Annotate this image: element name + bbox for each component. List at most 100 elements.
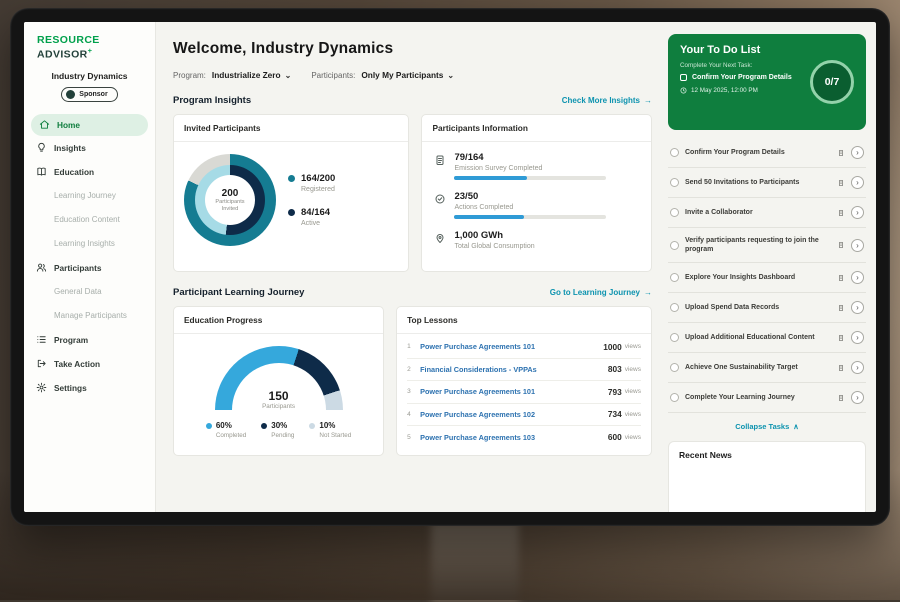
chevron-right-icon[interactable]: ›	[851, 271, 864, 284]
task-row[interactable]: Confirm Your Program Details ›	[668, 138, 866, 168]
collapse-tasks-link[interactable]: Collapse Tasks ∧	[668, 422, 866, 431]
sidebar-item-take-action[interactable]: Take Action	[24, 352, 155, 376]
task-doc-icon	[837, 179, 845, 187]
program-filter-value: Industrialize Zero	[212, 70, 281, 80]
task-checkbox[interactable]	[670, 178, 679, 187]
learning-cards-row: Education Progress 150 Participants	[173, 306, 652, 456]
progress-bar	[454, 176, 606, 180]
chevron-right-icon[interactable]: ›	[851, 301, 864, 314]
action-arrow-icon	[36, 358, 47, 369]
stat-label: Actions Completed	[454, 204, 606, 211]
sidebar-item-learning-journey[interactable]: Learning Journey	[24, 184, 155, 208]
sidebar-nav: Home Insights Education Learning Journey…	[24, 114, 155, 400]
sidebar-item-education[interactable]: Education	[24, 160, 155, 184]
donut-center-label: Participants Invited	[212, 199, 248, 213]
sponsor-badge[interactable]: Sponsor	[61, 87, 117, 102]
legend-dot	[206, 423, 212, 429]
donut-center-value: 200	[222, 188, 239, 199]
sidebar-item-learning-insights[interactable]: Learning Insights	[24, 232, 155, 256]
legend-value: 30%	[271, 421, 294, 430]
sidebar-item-label: Program	[54, 335, 88, 345]
chevron-right-icon[interactable]: ›	[851, 206, 864, 219]
sidebar-item-label: Learning Insights	[54, 239, 115, 248]
task-row[interactable]: Invite a Collaborator ›	[668, 198, 866, 228]
sponsor-badge-label: Sponsor	[79, 91, 107, 98]
sidebar-item-label: Learning Journey	[54, 191, 116, 200]
gauge-legend: 60% Completed 30% Pending	[206, 421, 351, 439]
go-to-learning-journey-link[interactable]: Go to Learning Journey →	[550, 288, 652, 297]
legend-label: Registered	[301, 186, 335, 193]
task-row[interactable]: Verify participants requesting to join t…	[668, 228, 866, 263]
legend-dot	[288, 209, 295, 216]
task-checkbox[interactable]	[670, 333, 679, 342]
task-checkbox[interactable]	[670, 363, 679, 372]
chevron-right-icon[interactable]: ›	[851, 146, 864, 159]
recent-news-title: Recent News	[679, 450, 855, 460]
legend-item-not-started: 10% Not Started	[309, 421, 351, 439]
legend-value: 60%	[216, 421, 246, 430]
task-label: Verify participants requesting to join t…	[685, 236, 831, 254]
chevron-right-icon[interactable]: ›	[851, 331, 864, 344]
lesson-link[interactable]: Power Purchase Agreements 101	[420, 387, 608, 396]
task-checkbox[interactable]	[670, 273, 679, 282]
legend-label: Completed	[216, 432, 246, 439]
location-pin-icon	[434, 232, 446, 244]
legend-label: Active	[301, 220, 330, 227]
sidebar-item-general-data[interactable]: General Data	[24, 280, 155, 304]
sidebar-item-label: General Data	[54, 287, 102, 296]
sidebar-item-participants[interactable]: Participants	[24, 256, 155, 280]
lesson-link[interactable]: Financial Considerations - VPPAs	[420, 365, 608, 374]
stat-label: Emission Survey Completed	[454, 165, 606, 172]
participants-filter-dropdown[interactable]: Only My Participants ⌄	[361, 70, 454, 80]
sidebar-item-home[interactable]: Home	[31, 114, 148, 136]
task-row[interactable]: Complete Your Learning Journey ›	[668, 383, 866, 413]
task-label: Invite a Collaborator	[685, 208, 831, 217]
lesson-views-value: 793	[608, 387, 622, 397]
check-more-insights-link[interactable]: Check More Insights →	[562, 96, 652, 105]
app-logo: RESOURCE ADVISOR+	[24, 22, 155, 61]
chevron-right-icon[interactable]: ›	[851, 176, 864, 189]
logo-plus: +	[88, 46, 93, 55]
section-title: Program Insights	[173, 95, 251, 106]
lesson-link[interactable]: Power Purchase Agreements 102	[420, 410, 608, 419]
task-checkbox[interactable]	[670, 148, 679, 157]
task-checkbox[interactable]	[670, 393, 679, 402]
lesson-link[interactable]: Power Purchase Agreements 101	[420, 342, 603, 351]
next-task-checkbox[interactable]	[680, 74, 687, 81]
task-row[interactable]: Achieve One Sustainability Target ›	[668, 353, 866, 383]
task-row[interactable]: Explore Your Insights Dashboard ›	[668, 263, 866, 293]
program-filter-label: Program:	[173, 71, 206, 80]
sidebar-item-manage-participants[interactable]: Manage Participants	[24, 304, 155, 328]
logo-primary: RESOURCE	[37, 34, 100, 46]
stat-value: 23/50	[454, 191, 606, 202]
check-circle-icon	[434, 193, 446, 205]
task-checkbox[interactable]	[670, 241, 679, 250]
program-filter-dropdown[interactable]: Industrialize Zero ⌄	[212, 70, 291, 80]
sidebar-item-education-content[interactable]: Education Content	[24, 208, 155, 232]
task-checkbox[interactable]	[670, 208, 679, 217]
sidebar-item-program[interactable]: Program	[24, 328, 155, 352]
next-task-label: Confirm Your Program Details	[692, 74, 792, 81]
sidebar-item-insights[interactable]: Insights	[24, 136, 155, 160]
sidebar-item-label: Participants	[54, 263, 102, 273]
sidebar-item-settings[interactable]: Settings	[24, 376, 155, 400]
chevron-right-icon[interactable]: ›	[851, 391, 864, 404]
task-label: Explore Your Insights Dashboard	[685, 273, 831, 282]
lesson-views-value: 1000	[603, 342, 621, 352]
legend-dot	[288, 175, 295, 182]
legend-value: 84/164	[301, 207, 330, 218]
task-row[interactable]: Upload Spend Data Records ›	[668, 293, 866, 323]
task-label: Confirm Your Program Details	[685, 148, 831, 157]
task-row[interactable]: Upload Additional Educational Content ›	[668, 323, 866, 353]
chevron-right-icon[interactable]: ›	[851, 361, 864, 374]
task-checkbox[interactable]	[670, 303, 679, 312]
task-doc-icon	[837, 241, 845, 249]
legend-item-registered: 164/200 Registered	[288, 173, 335, 193]
chevron-right-icon[interactable]: ›	[851, 239, 864, 252]
chevron-down-icon: ⌄	[285, 71, 292, 80]
participants-information-card: Participants Information 79/164 Emission…	[421, 114, 652, 272]
donut-legend: 164/200 Registered 84/164 Active	[288, 173, 335, 227]
task-row[interactable]: Send 50 Invitations to Participants ›	[668, 168, 866, 198]
lesson-link[interactable]: Power Purchase Agreements 103	[420, 433, 608, 442]
task-label: Achieve One Sustainability Target	[685, 363, 831, 372]
